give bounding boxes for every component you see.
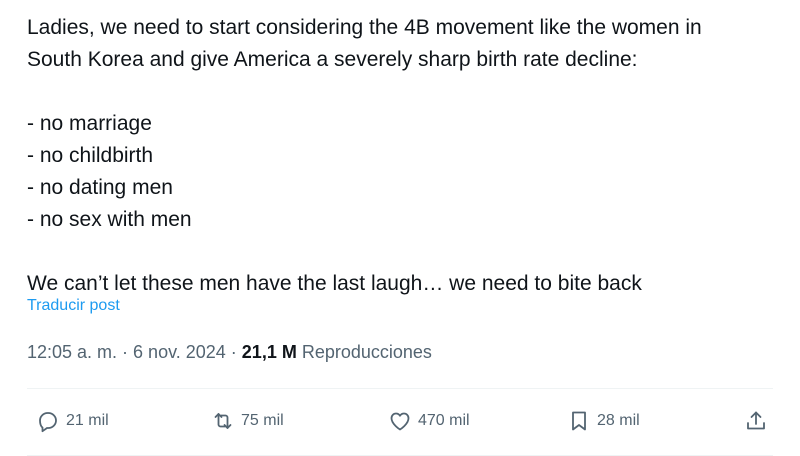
views-count: 21,1 M <box>241 342 297 362</box>
bookmark-icon <box>567 409 591 433</box>
like-count: 470 mil <box>418 412 470 429</box>
like-button[interactable]: 470 mil <box>388 403 470 439</box>
post-text: Ladies, we need to start considering the… <box>27 12 787 300</box>
views-label: Reproducciones <box>296 342 432 362</box>
translate-post-link[interactable]: Traducir post <box>27 297 120 315</box>
heart-icon <box>388 409 412 433</box>
post-line: - no marriage <box>27 112 152 135</box>
bookmark-button[interactable]: 28 mil <box>567 403 640 439</box>
share-upload-icon <box>744 409 768 433</box>
post: Ladies, we need to start considering the… <box>0 0 800 456</box>
divider <box>27 388 773 389</box>
post-line: Ladies, we need to start considering the… <box>27 16 702 39</box>
post-meta: 12:05 a. m. · 6 nov. 2024 · 21,1 M Repro… <box>27 342 432 363</box>
share-button[interactable] <box>744 403 768 439</box>
repost-count: 75 mil <box>241 412 284 429</box>
repost-button[interactable]: 75 mil <box>211 403 284 439</box>
post-line: South Korea and give America a severely … <box>27 48 638 71</box>
repost-arrows-icon <box>211 409 235 433</box>
speech-bubble-icon <box>36 409 60 433</box>
bookmark-count: 28 mil <box>597 412 640 429</box>
post-line: We can’t let these men have the last lau… <box>27 272 642 295</box>
action-bar: 21 mil 75 mil 470 mil 28 mil <box>0 403 800 439</box>
reply-button[interactable]: 21 mil <box>36 403 109 439</box>
post-line: - no dating men <box>27 176 173 199</box>
post-line: - no sex with men <box>27 208 192 231</box>
post-line: - no childbirth <box>27 144 154 167</box>
reply-count: 21 mil <box>66 412 109 429</box>
post-timestamp[interactable]: 12:05 a. m. · 6 nov. 2024 · <box>27 342 242 362</box>
